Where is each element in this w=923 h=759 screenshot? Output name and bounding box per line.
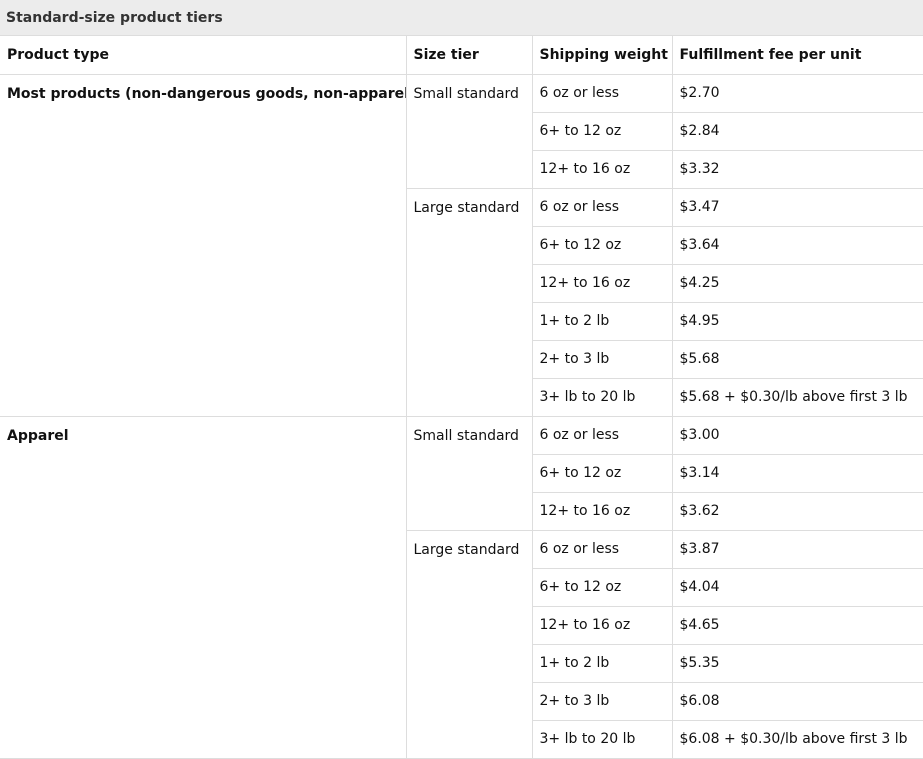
fee-cell: $4.65: [671, 606, 923, 645]
size-tier-cell: Small standard: [405, 74, 532, 189]
shipping-weight-cell: 6 oz or less: [531, 416, 672, 455]
shipping-weight-cell: 1+ to 2 lb: [531, 644, 672, 683]
fee-cell: $3.47: [671, 188, 923, 227]
size-tier-cell: Large standard: [405, 530, 532, 759]
shipping-weight-cell: 6+ to 12 oz: [531, 112, 672, 151]
fee-cell: $3.32: [671, 150, 923, 189]
shipping-weight-cell: 12+ to 16 oz: [531, 492, 672, 531]
table-header: Product type Size tier Shipping weight F…: [0, 36, 923, 75]
table-row: Apparel Small standard 6 oz or less $3.00: [0, 416, 923, 759]
fee-cell: $3.14: [671, 454, 923, 493]
header-fee: Fulfillment fee per unit: [671, 36, 923, 75]
shipping-weight-cell: 6 oz or less: [531, 74, 672, 113]
fee-cell: $4.04: [671, 568, 923, 607]
fee-cell: $5.35: [671, 644, 923, 683]
fee-cell: $2.70: [671, 74, 923, 113]
shipping-weight-cell: 6+ to 12 oz: [531, 226, 672, 265]
table-row: Most products (non-dangerous goods, non-…: [0, 74, 923, 417]
shipping-weight-cell: 3+ lb to 20 lb: [531, 720, 672, 759]
fee-cell: $4.95: [671, 302, 923, 341]
fee-cell: $3.00: [671, 416, 923, 455]
shipping-weight-cell: 2+ to 3 lb: [531, 682, 672, 721]
fee-cell: $3.87: [671, 530, 923, 569]
fee-cell: $6.08 + $0.30/lb above first 3 lb: [671, 720, 923, 759]
product-type-cell: Most products (non-dangerous goods, non-…: [0, 74, 406, 417]
fee-cell: $3.62: [671, 492, 923, 531]
shipping-weight-cell: 12+ to 16 oz: [531, 150, 672, 189]
header-size-tier: Size tier: [405, 36, 532, 75]
header-row: Product type Size tier Shipping weight F…: [0, 36, 923, 75]
fee-cell: $3.64: [671, 226, 923, 265]
fee-cell: $4.25: [671, 264, 923, 303]
shipping-weight-cell: 6+ to 12 oz: [531, 454, 672, 493]
shipping-weight-cell: 6 oz or less: [531, 530, 672, 569]
fee-cell: $6.08: [671, 682, 923, 721]
shipping-weight-cell: 12+ to 16 oz: [531, 606, 672, 645]
header-shipping-weight: Shipping weight: [531, 36, 672, 75]
size-tier-cell: Small standard: [405, 416, 532, 531]
shipping-weight-cell: 3+ lb to 20 lb: [531, 378, 672, 417]
header-product-type: Product type: [0, 36, 406, 75]
shipping-weight-cell: 6+ to 12 oz: [531, 568, 672, 607]
shipping-weight-cell: 6 oz or less: [531, 188, 672, 227]
table-body: Most products (non-dangerous goods, non-…: [0, 74, 923, 759]
shipping-weight-cell: 1+ to 2 lb: [531, 302, 672, 341]
fee-table: Product type Size tier Shipping weight F…: [0, 36, 923, 759]
shipping-weight-cell: 2+ to 3 lb: [531, 340, 672, 379]
shipping-weight-cell: 12+ to 16 oz: [531, 264, 672, 303]
fee-cell: $2.84: [671, 112, 923, 151]
size-tier-cell: Large standard: [405, 188, 532, 417]
fee-cell: $5.68: [671, 340, 923, 379]
fee-cell: $5.68 + $0.30/lb above first 3 lb: [671, 378, 923, 417]
product-type-cell: Apparel: [0, 416, 406, 759]
table-title: Standard-size product tiers: [0, 0, 923, 36]
